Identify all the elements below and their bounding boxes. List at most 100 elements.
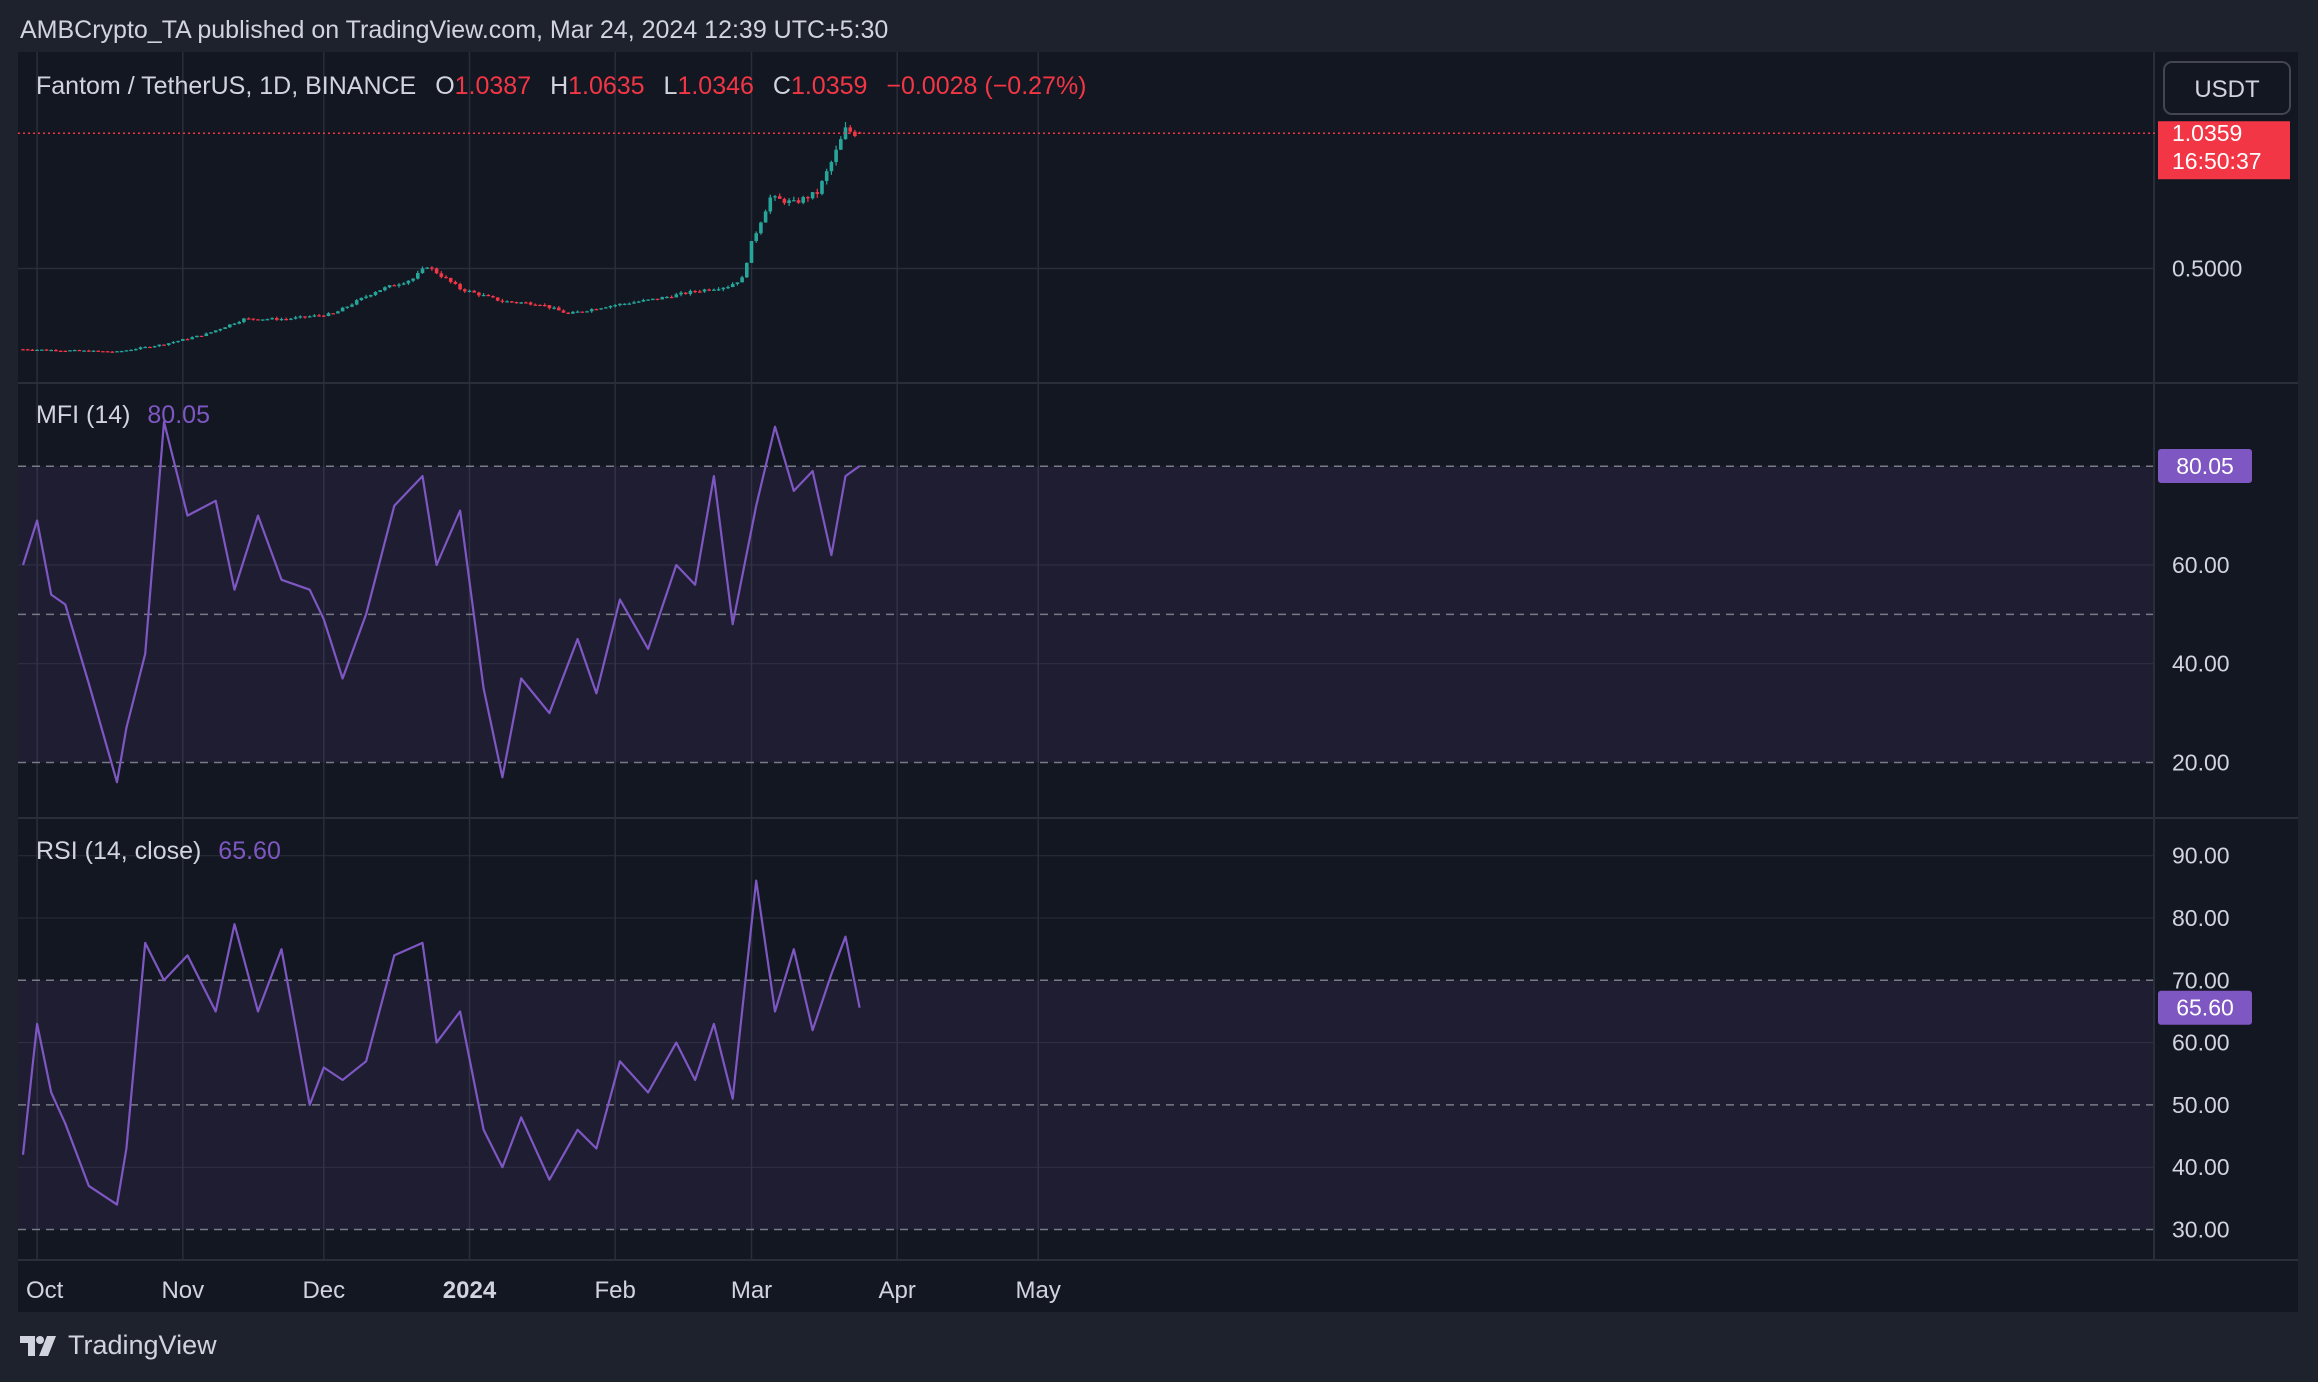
- candle-body: [223, 327, 227, 329]
- candle-body: [209, 332, 213, 334]
- candle-body: [152, 346, 157, 348]
- candle-body: [636, 301, 641, 303]
- candle-body: [204, 333, 209, 337]
- candle-body: [176, 340, 180, 343]
- candle-body: [143, 346, 147, 349]
- candle-body: [524, 302, 528, 304]
- candle-countdown: 16:50:37: [2172, 148, 2262, 174]
- chart-canvas[interactable]: Fantom / TetherUS, 1D, BINANCE O1.0387 H…: [18, 52, 2298, 1312]
- candle-body: [839, 139, 843, 150]
- candle-body: [834, 149, 838, 163]
- candle-body: [495, 297, 500, 301]
- candle-body: [303, 316, 307, 318]
- candle-body: [58, 350, 63, 352]
- candle-body: [801, 197, 805, 203]
- candle-body: [655, 298, 660, 300]
- candle-body: [293, 317, 298, 319]
- candle-body: [528, 302, 533, 305]
- candle-body: [383, 287, 387, 291]
- last-price-tag: 1.0359 16:50:37: [2158, 120, 2290, 180]
- candle-body: [768, 197, 773, 212]
- candle-body: [580, 311, 585, 313]
- candle-body: [444, 276, 448, 279]
- candle-body: [195, 335, 199, 338]
- candle-body: [613, 305, 617, 307]
- candle-body: [129, 349, 133, 352]
- candle-body: [763, 211, 768, 223]
- candle-body: [232, 323, 237, 325]
- mfi-axis-tick-label: 40.00: [2172, 651, 2230, 677]
- candle-body: [82, 350, 86, 352]
- candle-body: [354, 300, 359, 305]
- candle-body: [359, 297, 364, 301]
- candle-body: [312, 315, 317, 317]
- candle-body: [458, 283, 462, 290]
- candle-body: [228, 324, 232, 328]
- candle-body: [124, 350, 129, 352]
- x-axis-tick-label: Oct: [26, 1277, 64, 1304]
- mfi-value-tag: 80.05: [2176, 453, 2234, 479]
- candle-body: [284, 318, 288, 321]
- candle-body: [279, 318, 284, 321]
- candle-body: [698, 291, 702, 293]
- candle-body: [726, 287, 730, 289]
- rsi-value-tag: 65.60: [2176, 995, 2234, 1021]
- candle-body: [387, 285, 392, 288]
- candle-body: [481, 294, 486, 297]
- candle-body: [575, 311, 580, 313]
- candle-body: [712, 289, 716, 291]
- candle-body: [275, 318, 279, 320]
- candle-body: [594, 309, 599, 311]
- candle-body: [406, 280, 411, 284]
- candle-body: [702, 289, 707, 292]
- candle-body: [110, 351, 115, 353]
- candle-body: [806, 197, 810, 199]
- candle-body: [96, 350, 100, 352]
- currency-button-label: USDT: [2194, 76, 2260, 103]
- candle-body: [91, 350, 96, 352]
- candle-body: [439, 273, 444, 277]
- candle-body: [533, 304, 538, 306]
- rsi-axis-tick-label: 70.00: [2172, 967, 2230, 993]
- candle-body: [665, 296, 669, 299]
- candle-body: [716, 289, 721, 291]
- candle-body: [251, 318, 256, 320]
- candle-body: [777, 196, 782, 199]
- candle-body: [547, 305, 552, 309]
- candle-body: [688, 290, 693, 294]
- candle-body: [157, 344, 162, 347]
- candle-body: [77, 350, 82, 352]
- candle-body: [25, 349, 30, 351]
- candle-body: [213, 330, 218, 333]
- mfi-value: 80.05: [147, 401, 210, 429]
- candle-body: [589, 309, 594, 312]
- candle-body: [646, 299, 650, 301]
- candle-body: [345, 306, 350, 308]
- open-label: O: [435, 72, 454, 100]
- candle-body: [378, 290, 382, 292]
- currency-button[interactable]: USDT: [2163, 61, 2291, 115]
- candle-body: [68, 350, 72, 352]
- candle-body: [322, 315, 326, 317]
- candle-body: [477, 292, 481, 296]
- candle-body: [618, 303, 622, 306]
- rsi-axis-tick-label: 40.00: [2172, 1154, 2230, 1180]
- candle-body: [21, 349, 25, 351]
- candle-body: [566, 312, 570, 314]
- candle-body: [787, 200, 791, 204]
- candle-body: [824, 171, 829, 182]
- x-axis-tick-label: 2024: [443, 1277, 497, 1304]
- candle-body: [119, 351, 124, 353]
- candle-body: [735, 282, 740, 284]
- candle-body: [782, 198, 787, 204]
- chart-frame[interactable]: Fantom / TetherUS, 1D, BINANCE O1.0387 H…: [18, 52, 2298, 1312]
- candle-body: [63, 350, 68, 352]
- published-header: AMBCrypto_TA published on TradingView.co…: [20, 16, 889, 44]
- footer-brand[interactable]: TradingView: [20, 1330, 217, 1361]
- close-value: 1.0359: [791, 72, 867, 100]
- candle-body: [260, 319, 265, 321]
- candle-body: [420, 268, 425, 273]
- candle-body: [166, 343, 171, 345]
- candle-body: [674, 294, 679, 298]
- indicator-bands: [18, 465, 2154, 1231]
